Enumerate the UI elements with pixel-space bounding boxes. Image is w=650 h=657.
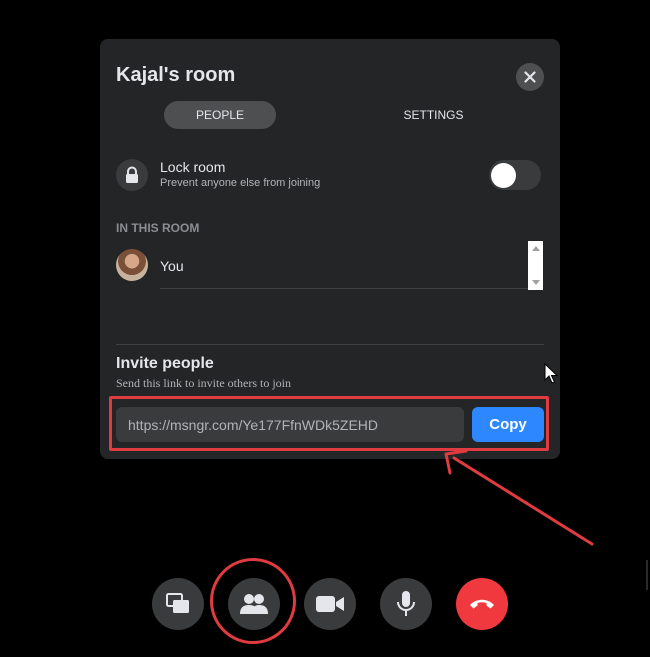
lock-icon-badge xyxy=(116,159,148,191)
close-icon xyxy=(524,71,536,83)
lock-room-label: Lock room xyxy=(160,159,226,175)
tab-people[interactable]: PEOPLE xyxy=(164,101,276,129)
people-button[interactable] xyxy=(228,578,280,630)
edge-mark xyxy=(646,560,648,590)
lock-room-toggle[interactable] xyxy=(489,160,541,190)
room-panel: Kajal's room PEOPLE SETTINGS Lock room P… xyxy=(100,39,560,459)
room-title: Kajal's room xyxy=(116,64,236,86)
people-icon xyxy=(240,594,268,614)
section-divider xyxy=(116,344,544,345)
invite-title: Invite people xyxy=(116,355,214,372)
close-button[interactable] xyxy=(516,63,544,91)
microphone-button[interactable] xyxy=(380,578,432,630)
video-button[interactable] xyxy=(304,578,356,630)
lock-room-description: Prevent anyone else from joining xyxy=(160,177,321,189)
copy-button[interactable]: Copy xyxy=(472,407,544,442)
participant-divider xyxy=(160,288,528,289)
toggle-knob xyxy=(491,163,516,188)
participant-name: You xyxy=(160,258,184,274)
hang-up-icon xyxy=(470,599,494,609)
tab-settings[interactable]: SETTINGS xyxy=(376,101,491,129)
in-this-room-heading: IN THIS ROOM xyxy=(116,221,200,235)
share-screen-button[interactable] xyxy=(152,578,204,630)
scroll-up-icon[interactable] xyxy=(532,246,540,251)
participants-scrollbar[interactable] xyxy=(528,241,543,290)
participant-row: You xyxy=(116,248,528,290)
hang-up-button[interactable] xyxy=(456,578,508,630)
video-camera-icon xyxy=(316,596,344,612)
share-screen-icon xyxy=(166,593,189,613)
lock-icon xyxy=(126,166,138,183)
microphone-icon xyxy=(397,591,415,616)
mouse-cursor-icon xyxy=(544,363,558,384)
scroll-down-icon[interactable] xyxy=(532,280,540,285)
annotation-arrow-icon xyxy=(444,449,594,546)
avatar xyxy=(116,249,148,281)
invite-description: Send this link to invite others to join xyxy=(116,376,291,390)
invite-link-field[interactable]: https://msngr.com/Ye177FfnWDk5ZEHD xyxy=(116,407,464,442)
